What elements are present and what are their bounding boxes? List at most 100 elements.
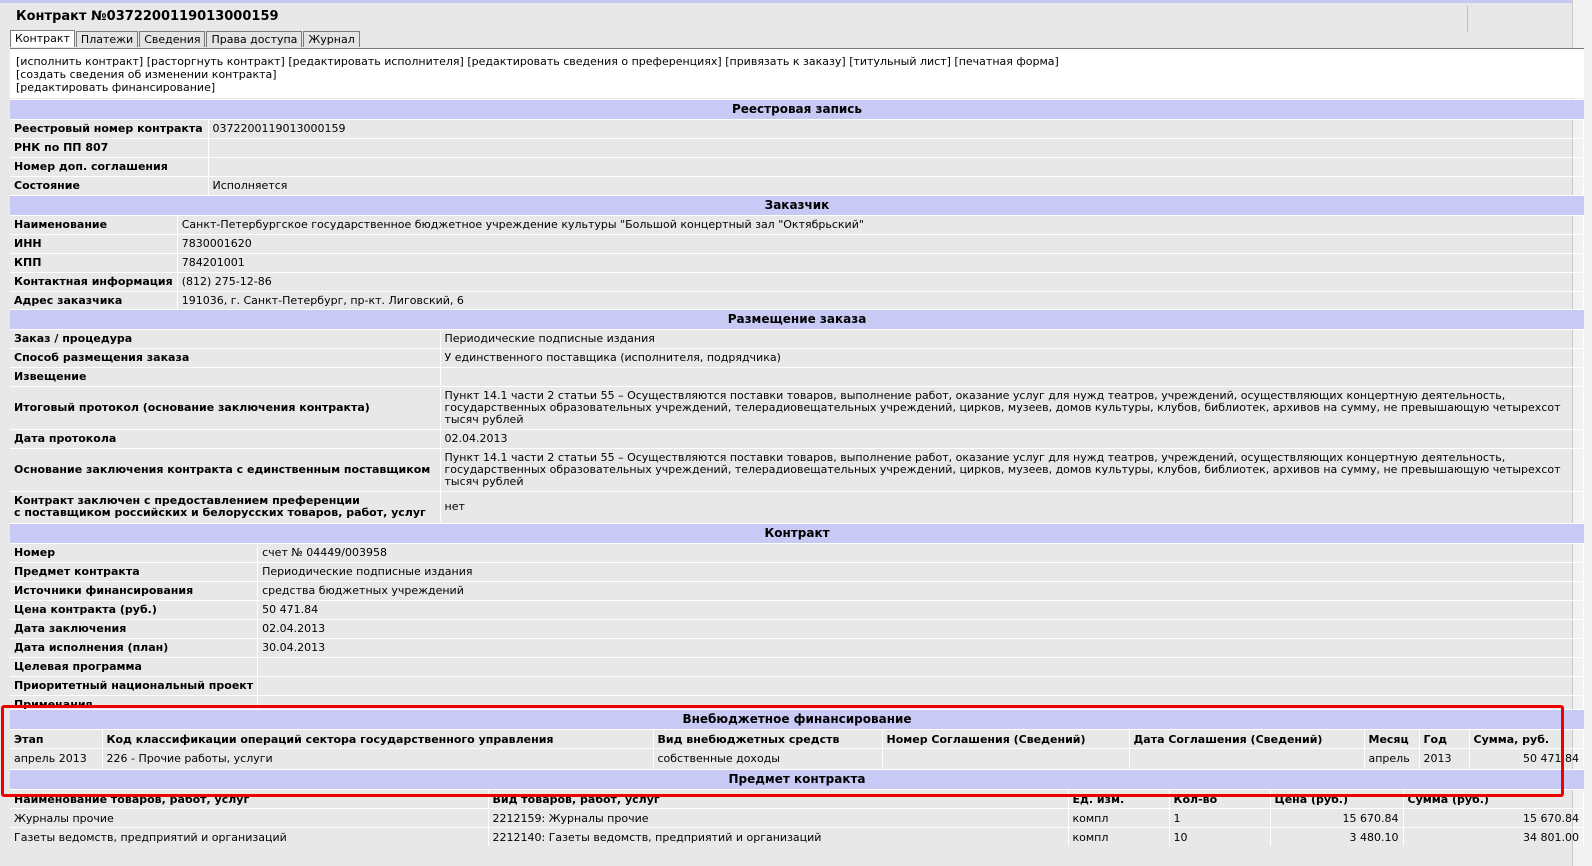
field-value: 0372200119013000159: [208, 119, 1584, 139]
field-value: 02.04.2013: [257, 619, 1584, 639]
field-label: Приоритетный национальный проект: [10, 676, 259, 696]
table-cell: 34 801.00: [1403, 827, 1584, 846]
column-header: Дата Соглашения (Сведений): [1129, 729, 1365, 749]
table-cell: 3 480.10: [1270, 827, 1404, 846]
customer-table: Наименование Санкт-Петербургское государс…: [10, 215, 1585, 310]
top-strip: [0, 0, 1592, 3]
field-label: Контракт заключен с предоставлением преф…: [10, 491, 441, 522]
table-row: Газеты ведомств, предприятий и организац…: [10, 827, 1584, 846]
field-value: Пункт 14.1 части 2 статьи 55 – Осуществл…: [440, 448, 1584, 492]
section-title: Контракт: [10, 523, 1584, 543]
field-value: Периодические подписные издания: [257, 562, 1584, 582]
field-value: 191036, г. Санкт-Петербург, пр-кт. Лигов…: [177, 291, 1585, 310]
tab-info[interactable]: Сведения: [139, 31, 206, 47]
edit-preferences-link[interactable]: [редактировать сведения о преференциях]: [467, 55, 721, 68]
table-row: Извещение: [10, 367, 1584, 387]
field-value: счет № 04449/003958: [257, 543, 1584, 563]
column-header: Код классификации операций сектора госуд…: [102, 729, 654, 749]
table-cell: [1129, 748, 1365, 767]
field-label: Номер: [10, 543, 259, 563]
tab-access-rights[interactable]: Права доступа: [206, 31, 303, 47]
registry-table: Реестровый номер контракта 03722001190130…: [10, 119, 1584, 195]
field-value: Исполняется: [208, 176, 1584, 195]
field-label: Заказ / процедура: [10, 329, 441, 349]
column-header: Год: [1419, 729, 1470, 749]
tab-bar: Контракт Платежи Сведения Права доступа Журн…: [10, 30, 361, 48]
table-cell: апрель 2013: [10, 748, 103, 767]
action-links: [исполнить контракт] [расторгнуть контра…: [10, 48, 1584, 98]
page-title: Контракт №0372200119013000159: [16, 9, 279, 24]
field-label: Извещение: [10, 367, 441, 387]
field-label: Адрес заказчика: [10, 291, 178, 310]
terminate-contract-link[interactable]: [расторгнуть контракт]: [147, 55, 285, 68]
table-row: Наименование Санкт-Петербургское государс…: [10, 215, 1585, 235]
table-row: Итоговый протокол (основание заключения …: [10, 386, 1584, 430]
column-header: Кол-во: [1169, 789, 1271, 809]
field-value: 02.04.2013: [440, 429, 1584, 449]
table-row: Контракт заключен с предоставлением преф…: [10, 491, 1584, 522]
table-row: Дата исполнения (план) 30.04.2013: [10, 638, 1584, 658]
tab-journal[interactable]: Журнал: [303, 31, 360, 47]
edit-funding-link[interactable]: [редактировать финансирование]: [16, 81, 215, 94]
table-row: КПП 784201001: [10, 253, 1585, 273]
field-value: [208, 157, 1584, 177]
table-cell: 1: [1169, 808, 1271, 828]
table-cell: Газеты ведомств, предприятий и организац…: [10, 827, 489, 846]
table-header-row: Этап Код классификации операций сектора …: [10, 729, 1584, 749]
column-header: Сумма, руб.: [1469, 729, 1584, 749]
column-header: Сумма (руб.): [1403, 789, 1584, 809]
field-label: Итоговый протокол (основание заключения …: [10, 386, 441, 430]
table-row: Дата заключения 02.04.2013: [10, 619, 1584, 639]
table-row: Целевая программа: [10, 657, 1584, 677]
column-header: Ед. изм.: [1068, 789, 1170, 809]
table-row: Журналы прочие 2212159: Журналы прочие к…: [10, 808, 1584, 828]
field-label: Способ размещения заказа: [10, 348, 441, 368]
table-cell: компл: [1068, 808, 1170, 828]
table-row: Заказ / процедура Периодические подписные…: [10, 329, 1584, 349]
field-value: [257, 657, 1584, 677]
table-row: Состояние Исполняется: [10, 176, 1584, 195]
execute-contract-link[interactable]: [исполнить контракт]: [16, 55, 143, 68]
field-value: [440, 367, 1584, 387]
table-cell: компл: [1068, 827, 1170, 846]
column-header: Наименование товаров, работ, услуг: [10, 789, 489, 809]
field-value: Пункт 14.1 части 2 статьи 55 – Осуществл…: [440, 386, 1584, 430]
field-label: КПП: [10, 253, 178, 273]
field-value: Санкт-Петербургское государственное бюдж…: [177, 215, 1585, 235]
table-row: Номер счет № 04449/003958: [10, 543, 1584, 563]
table-cell: 2212159: Журналы прочие: [488, 808, 1069, 828]
table-row: апрель 2013 226 - Прочие работы, услуги …: [10, 748, 1584, 767]
table-row: Способ размещения заказа У единственного …: [10, 348, 1584, 368]
edit-executor-link[interactable]: [редактировать исполнителя]: [288, 55, 464, 68]
column-header: Этап: [10, 729, 103, 749]
placement-table: Заказ / процедура Периодические подписные…: [10, 329, 1584, 522]
tab-payments[interactable]: Платежи: [75, 31, 139, 47]
subject-section: Предмет контракта Наименование товаров, …: [10, 769, 1584, 846]
table-row: Номер доп. соглашения: [10, 157, 1584, 177]
table-row: Реестровый номер контракта 03722001190130…: [10, 119, 1584, 139]
title-page-link[interactable]: [титульный лист]: [849, 55, 951, 68]
table-cell: апрель: [1364, 748, 1420, 767]
field-value: 50 471.84: [257, 600, 1584, 620]
customer-section: Заказчик Наименование Санкт-Петербургское…: [10, 195, 1585, 310]
field-value: [257, 676, 1584, 696]
field-value: [208, 138, 1584, 158]
field-label: Дата протокола: [10, 429, 441, 449]
table-cell: собственные доходы: [653, 748, 883, 767]
tab-contract[interactable]: Контракт: [10, 30, 75, 47]
print-form-link[interactable]: [печатная форма]: [954, 55, 1058, 68]
funding-table: Этап Код классификации операций сектора …: [10, 729, 1584, 767]
field-label: Состояние: [10, 176, 209, 195]
table-cell: 226 - Прочие работы, услуги: [102, 748, 654, 767]
field-label: Номер доп. соглашения: [10, 157, 209, 177]
section-title: Заказчик: [10, 195, 1584, 215]
field-label: Дата заключения: [10, 619, 259, 639]
field-value: У единственного поставщика (исполнителя,…: [440, 348, 1584, 368]
field-label: Наименование: [10, 215, 178, 235]
create-change-info-link[interactable]: [создать сведения об изменении контракта…: [16, 68, 277, 81]
table-row: ИНН 7830001620: [10, 234, 1585, 254]
bind-to-order-link[interactable]: [привязать к заказу]: [725, 55, 845, 68]
table-cell: [882, 748, 1130, 767]
field-value: (812) 275-12-86: [177, 272, 1585, 292]
field-label: Реестровый номер контракта: [10, 119, 209, 139]
